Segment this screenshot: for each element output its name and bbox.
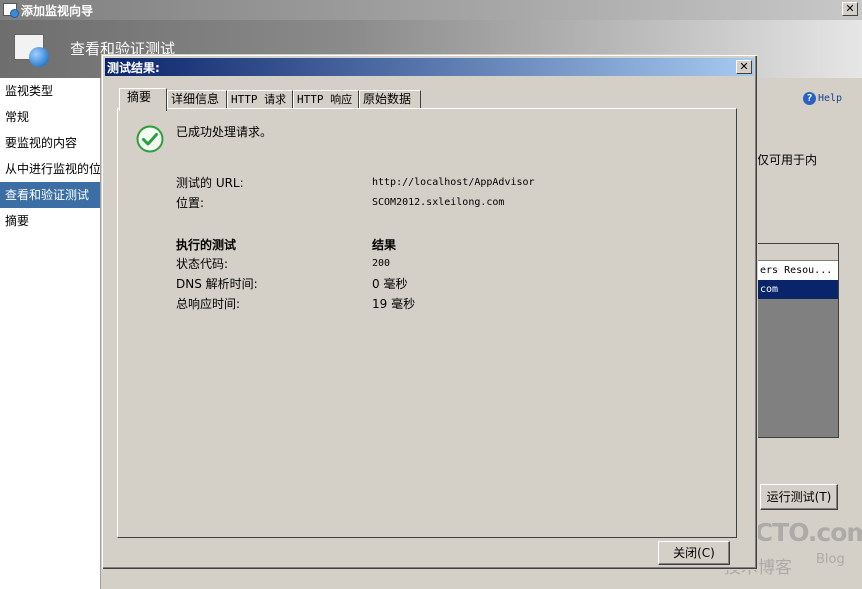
nav-item-where-to-monitor[interactable]: 从中进行监视的位置 [0,156,100,182]
tab-http-request-label: HTTP 请求 [231,93,287,106]
background-list[interactable]: ers Resou... com [757,243,839,438]
wizard-close-button[interactable]: ✕ [842,2,858,16]
help-link[interactable]: ? Help [803,92,842,105]
tab-http-response-label: HTTP 响应 [297,93,353,106]
test-results-dialog: 测试结果: ✕ 摘要 详细信息 HTTP 请求 HTTP 响应 原始数据 已成功… [101,54,758,570]
nav-item-summary[interactable]: 摘要 [0,208,100,234]
tab-details[interactable]: 详细信息 [167,90,227,109]
row-value-total-time: 19 毫秒 [372,297,416,311]
background-text: 仅可用于内 [757,153,818,167]
wizard-header-icon [14,34,49,67]
help-icon: ? [803,92,816,105]
wizard-step-nav: 监视类型 常规 要监视的内容 从中进行监视的位置 查看和验证测试 摘要 [0,78,101,589]
url-label: 测试的 URL: [176,176,244,190]
list-item[interactable]: ers Resou... [758,261,838,280]
nav-item-monitor-type[interactable]: 监视类型 [0,78,100,104]
location-value-text: SCOM2012.sxleilong.com [372,197,505,208]
tab-http-response[interactable]: HTTP 响应 [293,90,359,109]
wizard-title: 添加监视向导 [21,4,94,18]
row-label-dns-time: DNS 解析时间: [176,277,258,291]
watermark-blog: Blog [816,552,845,567]
row-value-status-code-text: 200 [372,258,391,269]
row-label-status-code: 状态代码: [176,257,229,271]
success-message: 已成功处理请求。 [176,125,273,139]
nav-item-view-validate[interactable]: 查看和验证测试 [0,182,100,208]
help-label: Help [818,93,843,104]
tab-summary[interactable]: 摘要 [119,88,167,111]
nav-item-general[interactable]: 常规 [0,104,100,130]
results-header: 结果 [372,238,397,252]
row-value-status-code: 200 [372,255,390,269]
url-value-text: http://localhost/AppAdvisor [372,177,535,188]
location-label: 位置: [176,196,205,210]
run-test-button[interactable]: 运行测试(T) [760,484,838,510]
nav-item-what-to-monitor[interactable]: 要监视的内容 [0,130,100,156]
row-value-dns-time: 0 毫秒 [372,277,408,291]
background-list-header [758,244,838,261]
summary-panel [117,108,737,538]
dialog-titlebar: 测试结果: ✕ [105,58,754,76]
wizard-app-icon [3,3,19,18]
row-label-total-time: 总响应时间: [176,297,241,311]
tab-raw-data[interactable]: 原始数据 [359,90,421,109]
url-value: http://localhost/AppAdvisor [372,174,535,188]
tests-header: 执行的测试 [176,238,237,252]
dialog-close-button[interactable]: ✕ [736,60,752,74]
list-item[interactable]: com [758,280,838,299]
tab-http-request[interactable]: HTTP 请求 [227,90,293,109]
success-check-icon [136,125,164,153]
wizard-titlebar: 添加监视向导 ✕ [0,0,862,20]
close-button[interactable]: 关闭(C) [658,541,730,565]
location-value: SCOM2012.sxleilong.com [372,194,504,208]
dialog-title: 测试结果: [107,61,160,75]
